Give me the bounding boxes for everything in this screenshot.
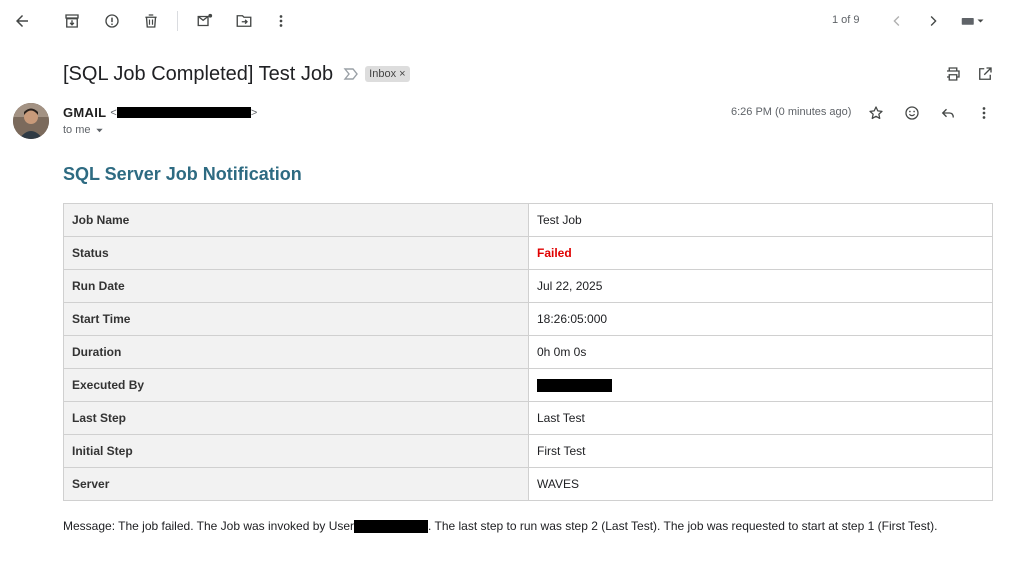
notification-title: SQL Server Job Notification <box>63 164 302 184</box>
table-row: Job Name Test Job <box>63 203 993 237</box>
email-subject: [SQL Job Completed] Test Job <box>63 62 334 85</box>
details-dropdown-icon[interactable] <box>95 126 104 135</box>
redacted-username <box>354 519 429 533</box>
table-row: Run Date Jul 22, 2025 <box>63 269 993 303</box>
row-value: Last Test <box>528 401 993 435</box>
message-more-icon[interactable] <box>972 101 996 125</box>
row-key: Last Step <box>63 401 529 435</box>
move-to-icon[interactable] <box>232 9 256 33</box>
row-value: First Test <box>528 434 993 468</box>
job-details-table: Job Name Test Job Status Failed Run Date… <box>63 203 993 501</box>
table-row: Start Time 18:26:05:000 <box>63 302 993 336</box>
mark-unread-icon[interactable] <box>193 9 217 33</box>
more-vert-icon[interactable] <box>269 9 293 33</box>
top-toolbar: 1 of 9 <box>0 0 1012 42</box>
row-key: Initial Step <box>63 434 529 468</box>
star-icon[interactable] <box>864 101 888 125</box>
row-value: 0h 0m 0s <box>528 335 993 369</box>
sender-email: < > <box>110 107 257 119</box>
row-key: Job Name <box>63 203 529 237</box>
inbox-label-chip[interactable]: Inbox × <box>365 66 410 82</box>
back-arrow-icon[interactable] <box>10 9 34 33</box>
row-key: Server <box>63 467 529 501</box>
table-row: Initial Step First Test <box>63 434 993 468</box>
table-row: Last Step Last Test <box>63 401 993 435</box>
row-key: Duration <box>63 335 529 369</box>
older-chevron-icon[interactable] <box>921 9 945 33</box>
keyboard-icon[interactable] <box>957 9 989 33</box>
remove-label-icon[interactable]: × <box>399 68 405 80</box>
emoji-reaction-icon[interactable] <box>900 101 924 125</box>
row-key: Run Date <box>63 269 529 303</box>
to-text: to me <box>63 124 91 136</box>
delete-icon[interactable] <box>139 9 163 33</box>
row-value: 18:26:05:000 <box>528 302 993 336</box>
row-key: Executed By <box>63 368 529 402</box>
avatar[interactable] <box>13 103 49 139</box>
email-close-bracket: > <box>250 106 258 119</box>
row-value: Jul 22, 2025 <box>528 269 993 303</box>
importance-marker-icon[interactable] <box>343 66 359 82</box>
print-icon[interactable] <box>941 62 965 86</box>
newer-chevron-icon[interactable] <box>885 9 909 33</box>
message-prefix: Message: The job failed. The Job was inv… <box>63 519 355 533</box>
label-text: Inbox <box>369 68 397 80</box>
table-row: Executed By <box>63 368 993 402</box>
redacted-email-address <box>116 107 251 118</box>
table-row: Status Failed <box>63 236 993 270</box>
row-value: WAVES <box>528 467 993 501</box>
redacted-executed-by <box>537 379 612 393</box>
job-message: Message: The job failed. The Job was inv… <box>63 519 937 533</box>
pager-count: 1 of 9 <box>832 14 860 26</box>
row-key: Start Time <box>63 302 529 336</box>
archive-icon[interactable] <box>60 9 84 33</box>
row-key: Status <box>63 236 529 270</box>
open-new-window-icon[interactable] <box>973 62 997 86</box>
status-value: Failed <box>528 236 993 270</box>
row-value: Test Job <box>528 203 993 237</box>
recipient-details[interactable]: to me <box>63 124 104 136</box>
message-suffix: . The last step to run was step 2 (Last … <box>428 519 938 533</box>
toolbar-divider <box>177 11 178 31</box>
row-value <box>528 368 993 402</box>
report-spam-icon[interactable] <box>100 9 124 33</box>
table-row: Server WAVES <box>63 467 993 501</box>
sender-name[interactable]: GMAIL <box>63 105 106 120</box>
email-timestamp: 6:26 PM (0 minutes ago) <box>731 106 852 118</box>
subject-row: [SQL Job Completed] Test Job Inbox × <box>63 60 410 88</box>
reply-icon[interactable] <box>936 101 960 125</box>
table-row: Duration 0h 0m 0s <box>63 335 993 369</box>
sender-line: GMAIL < > <box>63 105 257 120</box>
